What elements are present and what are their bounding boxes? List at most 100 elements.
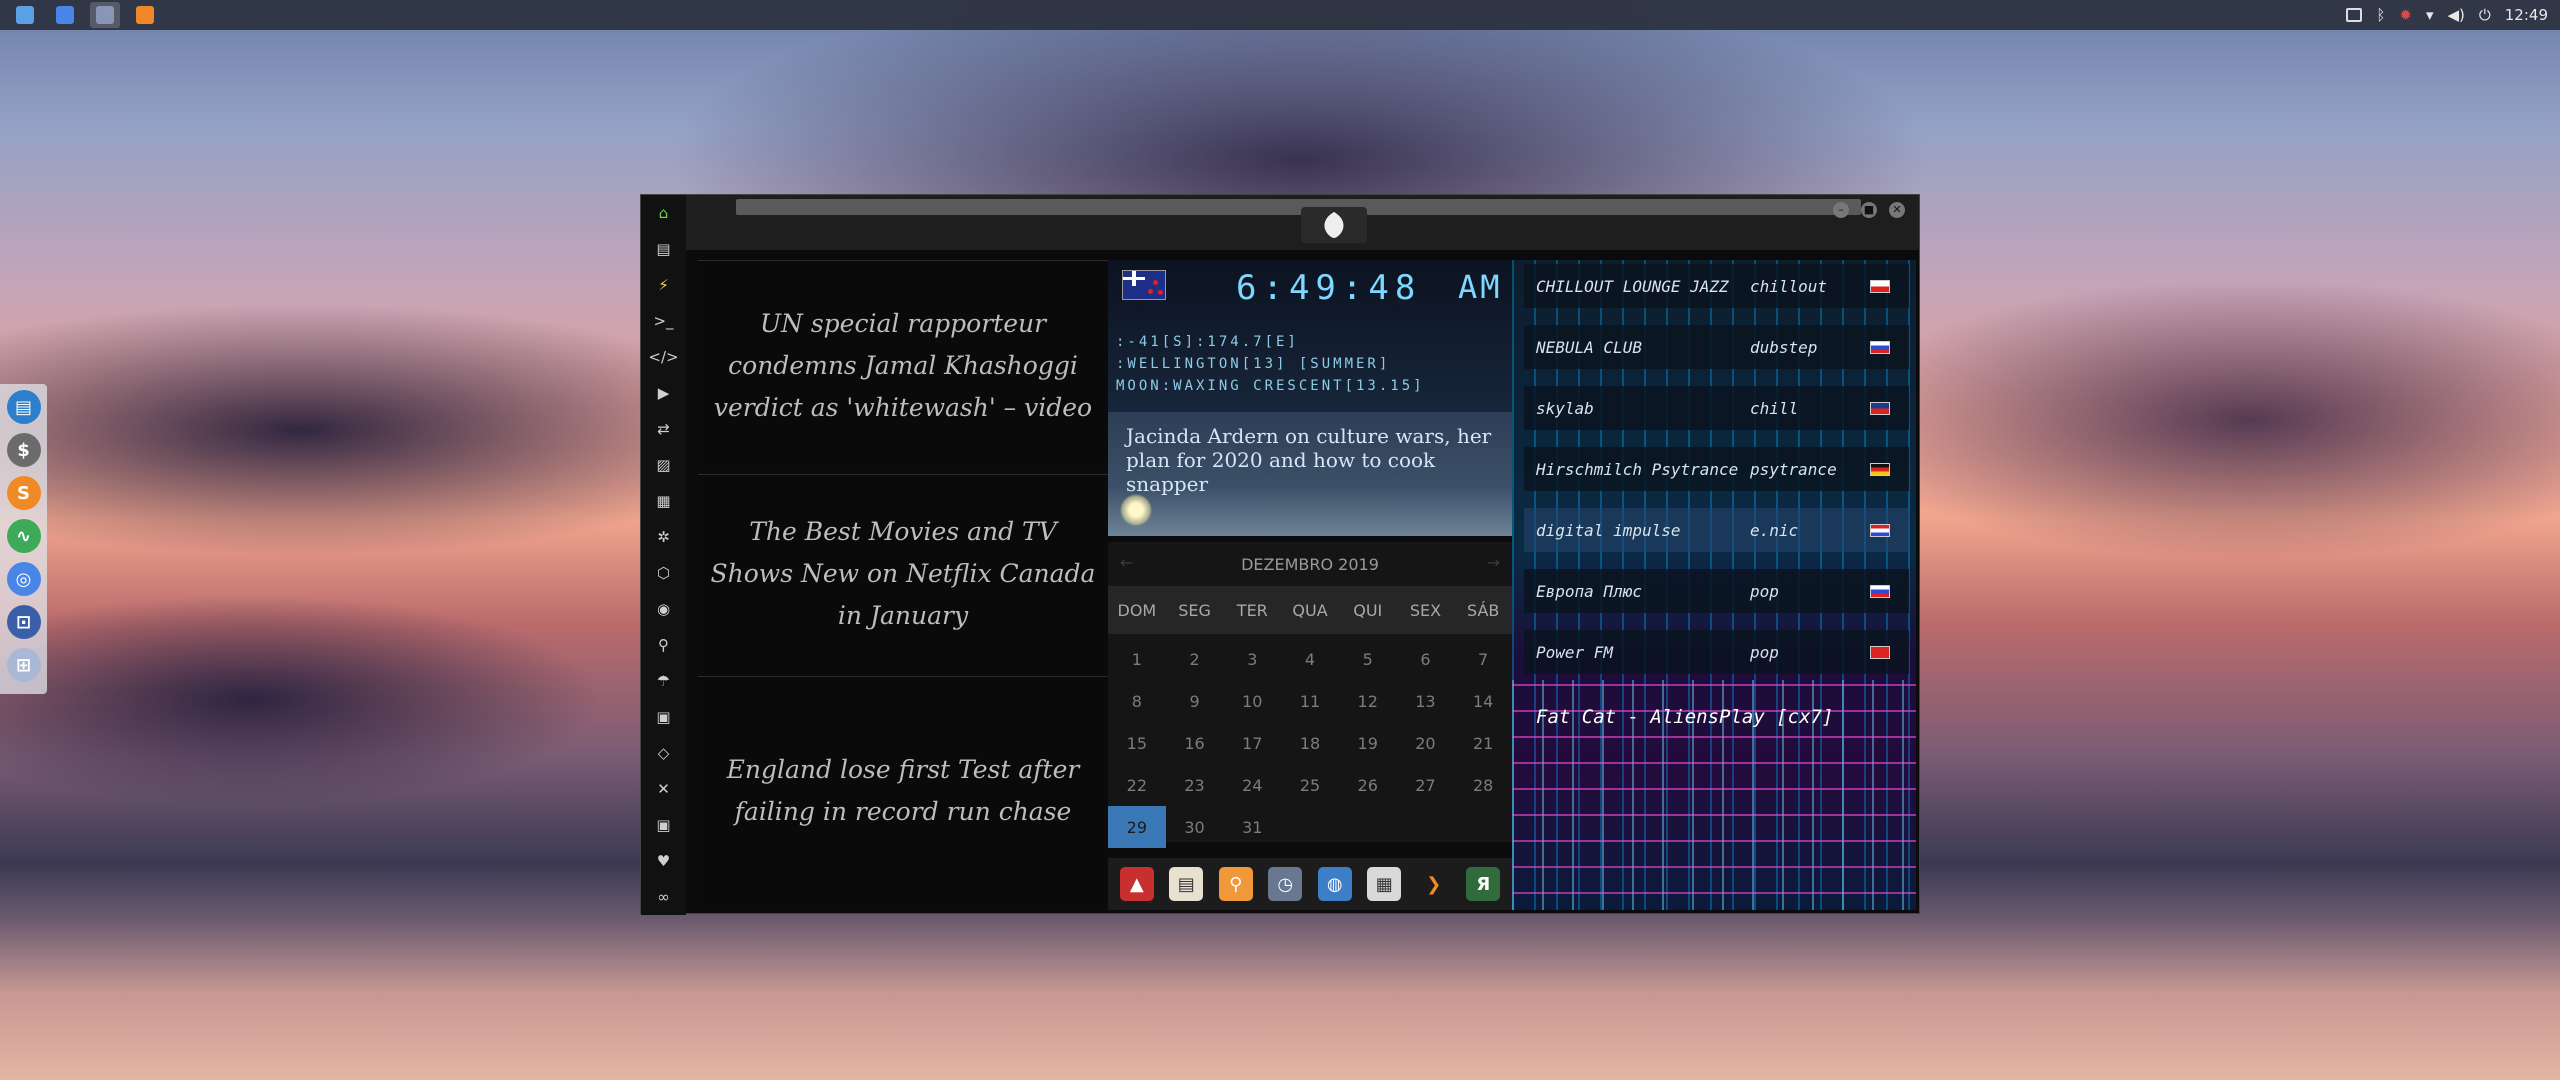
calendar-day[interactable]: 20 (1397, 722, 1455, 764)
search-icon[interactable]: ⚲ (641, 627, 686, 663)
globe-grid-icon[interactable]: ⊞ (6, 648, 41, 682)
search-app-icon[interactable]: ⚲ (1218, 867, 1253, 901)
document-icon[interactable]: ▤ (641, 231, 686, 267)
taskbar-clock[interactable]: 12:49 (2505, 6, 2548, 24)
calendar-day[interactable]: 7 (1454, 638, 1512, 680)
exchange-icon[interactable]: ◇ (641, 735, 686, 771)
clock-app-icon[interactable]: ◷ (1268, 867, 1303, 901)
globe-app-icon[interactable]: ◍ (1317, 867, 1352, 901)
chrome-icon[interactable]: ◎ (6, 562, 41, 596)
maximize-button[interactable]: ■ (1861, 202, 1877, 218)
calendar-day[interactable]: 19 (1339, 722, 1397, 764)
calendar-day[interactable]: 3 (1223, 638, 1281, 680)
calendar-app-icon[interactable]: ▦ (1367, 867, 1402, 901)
sublime-icon[interactable] (130, 2, 160, 28)
youtube-icon[interactable]: ▣ (641, 807, 686, 843)
red-app-icon[interactable]: ▲ (1119, 867, 1154, 901)
calendar-day[interactable]: 30 (1166, 806, 1224, 848)
expand-icon[interactable]: ✕ (641, 771, 686, 807)
files-icon[interactable] (10, 2, 40, 28)
files-icon[interactable]: ▤ (6, 390, 41, 424)
calendar-day[interactable]: 21 (1454, 722, 1512, 764)
pulse-icon[interactable]: ∿ (6, 519, 41, 553)
bluetooth-icon[interactable]: ᛒ (2376, 6, 2385, 24)
calendar-day[interactable]: 29 (1108, 806, 1166, 848)
station-name: NEBULA CLUB (1536, 337, 1642, 357)
news-title: The Best Movies and TV Shows New on Netf… (710, 516, 1096, 630)
screenshot-icon[interactable]: ⊡ (6, 605, 41, 639)
calendar-day[interactable]: 15 (1108, 722, 1166, 764)
radio-station[interactable]: CHILLOUT LOUNGE JAZZ chillout (1524, 264, 1909, 308)
calendar-day[interactable]: 24 (1223, 764, 1281, 806)
calendar-day[interactable]: 13 (1397, 680, 1455, 722)
power-icon[interactable]: ⏻ (2479, 6, 2491, 24)
calendar-day[interactable]: 17 (1223, 722, 1281, 764)
lightning-icon[interactable]: ⚡ (641, 267, 686, 303)
umbrella-icon[interactable]: ☂ (641, 663, 686, 699)
close-button[interactable]: ✕ (1889, 202, 1905, 218)
translate-icon[interactable]: ⇄ (641, 411, 686, 447)
calendar-day[interactable]: 16 (1166, 722, 1224, 764)
calendar-day[interactable]: 6 (1397, 638, 1455, 680)
screenshot-tray-icon[interactable] (2346, 8, 2363, 22)
radio-station[interactable]: skylab chill (1524, 386, 1909, 430)
wifi-icon[interactable]: ▾ (2426, 6, 2434, 24)
code-icon[interactable]: </> (641, 339, 686, 375)
hexagon-icon[interactable]: ⬡ (641, 555, 686, 591)
heart-icon[interactable]: ♥ (641, 843, 686, 879)
radio-station[interactable]: digital impulse e.nic (1524, 508, 1909, 552)
next-month-button[interactable]: → (1487, 553, 1500, 572)
calendar-day[interactable]: 11 (1281, 680, 1339, 722)
calendar-day[interactable]: 2 (1166, 638, 1224, 680)
radio-station[interactable]: Power FM pop (1524, 630, 1909, 674)
calendar-day[interactable]: 5 (1339, 638, 1397, 680)
aperture-icon[interactable]: ✲ (641, 519, 686, 555)
calendar-day[interactable]: 1 (1108, 638, 1166, 680)
calendar-days: 1 2 3 4 5 6 7 8 9 10 11 12 13 14 15 16 17 18 19 20 21 22 23 24 2… (1108, 638, 1512, 848)
calendar-day[interactable]: 10 (1223, 680, 1281, 722)
prev-month-button[interactable]: ← (1120, 553, 1133, 572)
calendar-day[interactable]: 27 (1397, 764, 1455, 806)
volume-icon[interactable]: ◀) (2448, 6, 2465, 24)
radio-station[interactable]: Hirschmilch Psytrance psytrance (1524, 447, 1909, 491)
radio-station[interactable]: Европа Плюс pop (1524, 569, 1909, 613)
calendar-day[interactable]: 14 (1454, 680, 1512, 722)
calendar-day[interactable]: 31 (1223, 806, 1281, 848)
clock-location: :WELLINGTON[13] [SUMMER] (1116, 356, 1391, 372)
news-icon[interactable]: ▦ (641, 483, 686, 519)
station-genre: e.nic (1750, 520, 1799, 540)
link-icon[interactable]: ∞ (641, 879, 686, 915)
calendar-day[interactable]: 9 (1166, 680, 1224, 722)
play-icon[interactable]: ▶ (641, 375, 686, 411)
notes-icon[interactable]: ▤ (1169, 867, 1204, 901)
calendar-day[interactable]: 26 (1339, 764, 1397, 806)
news-card[interactable]: The Best Movies and TV Shows New on Netf… (698, 474, 1108, 672)
minimize-button[interactable]: – (1833, 202, 1849, 218)
calendar-day[interactable]: 28 (1454, 764, 1512, 806)
contact-icon[interactable]: ▣ (641, 699, 686, 735)
window-icon[interactable] (90, 2, 120, 28)
alert-icon[interactable]: ✹ (2399, 6, 2412, 24)
calendar-day[interactable]: 12 (1339, 680, 1397, 722)
money-icon[interactable]: $ (6, 433, 41, 467)
calendar-day[interactable]: 18 (1281, 722, 1339, 764)
image-icon[interactable]: ▨ (641, 447, 686, 483)
home-icon[interactable]: ⌂ (641, 195, 686, 231)
calendar-day[interactable]: 25 (1281, 764, 1339, 806)
window-titlebar[interactable]: – ■ ✕ (686, 195, 1919, 250)
news-card[interactable]: UN special rapporteur condemns Jamal Kha… (698, 260, 1108, 470)
yandex-app-icon[interactable]: Я (1466, 867, 1501, 901)
globe-icon[interactable]: ◉ (641, 591, 686, 627)
app-launcher: ▲ ▤ ⚲ ◷ ◍ ▦ ❯ Я (1108, 858, 1512, 910)
arrow-app-icon[interactable]: ❯ (1416, 867, 1451, 901)
radio-station[interactable]: NEBULA CLUB dubstep (1524, 325, 1909, 369)
calendar-day[interactable]: 22 (1108, 764, 1166, 806)
news-card[interactable]: England lose first Test after failing in… (698, 676, 1108, 904)
sublime-s-icon[interactable]: S (6, 476, 41, 510)
calendar-day[interactable]: 4 (1281, 638, 1339, 680)
headline-widget[interactable]: Jacinda Ardern on culture wars, her plan… (1108, 412, 1512, 536)
terminal-icon[interactable]: >_ (641, 303, 686, 339)
calendar-day[interactable]: 8 (1108, 680, 1166, 722)
chrome-icon[interactable] (50, 2, 80, 28)
calendar-day[interactable]: 23 (1166, 764, 1224, 806)
